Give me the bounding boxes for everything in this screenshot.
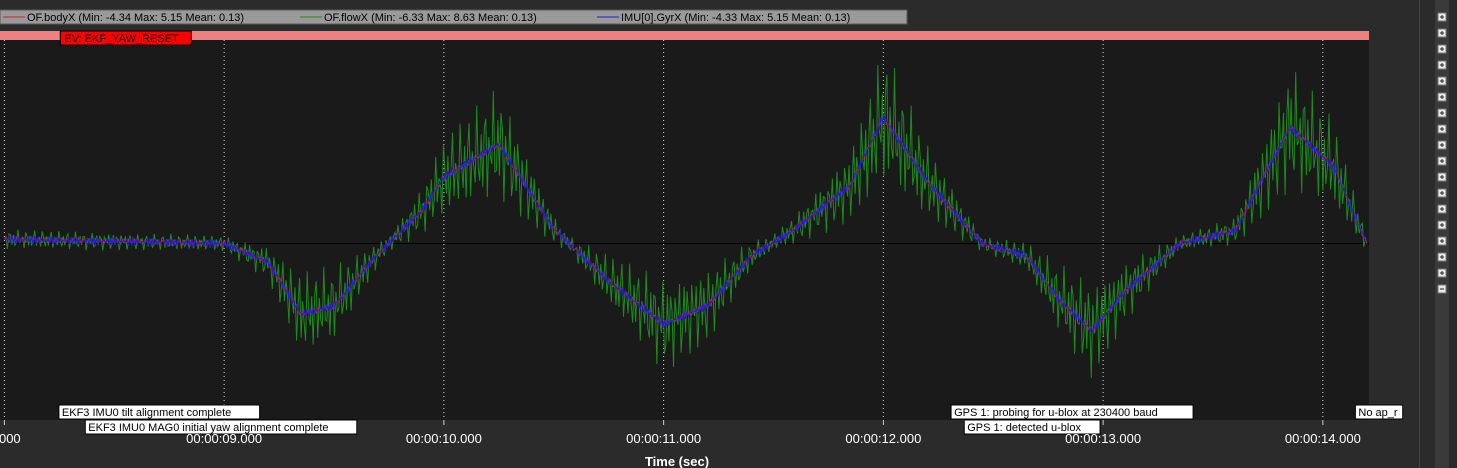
legend-entry: OF.bodyX (Min: -4.34 Max: 5.15 Mean: 0.1…: [27, 12, 244, 24]
x-tick-label: 00:00:11.000: [626, 431, 701, 446]
legend: OF.bodyX (Min: -4.34 Max: 5.15 Mean: 0.1…: [3, 12, 850, 24]
x-tick-label: 00:00:12.000: [845, 431, 921, 446]
x-tick-label: 00:00:10.000: [406, 431, 482, 446]
x-tick-label: 8.000: [0, 431, 21, 446]
legend-entry: IMU[0].GyrX (Min: -4.33 Max: 5.15 Mean: …: [621, 12, 850, 24]
legend-entry: OF.flowX (Min: -6.33 Max: 8.63 Mean: 0.1…: [324, 12, 537, 24]
x-tick-label: 00:00:09.000: [186, 431, 262, 446]
x-tick-label: 00:00:14.000: [1285, 431, 1361, 446]
right-divider: [1419, 0, 1420, 468]
x-tick-label: 00:00:13.000: [1065, 431, 1141, 446]
event-bar: [0, 31, 1369, 40]
event-marker: EV: EKF_YAW_RESET: [59, 30, 192, 46]
plot-canvas: OF.bodyX (Min: -4.34 Max: 5.15 Mean: 0.1…: [0, 0, 1457, 468]
event-label: EV: EKF_YAW_RESET: [64, 33, 179, 45]
annotation-label: No ap_r: [1358, 407, 1397, 419]
annotation-label: GPS 1: probing for u-blox at 230400 baud: [954, 407, 1158, 419]
annotation-label: EKF3 IMU0 tilt alignment complete: [62, 407, 231, 419]
plot-area: [0, 40, 1369, 420]
series-toggle-strip: [1435, 0, 1449, 468]
x-axis-label: Time (sec): [645, 454, 709, 468]
